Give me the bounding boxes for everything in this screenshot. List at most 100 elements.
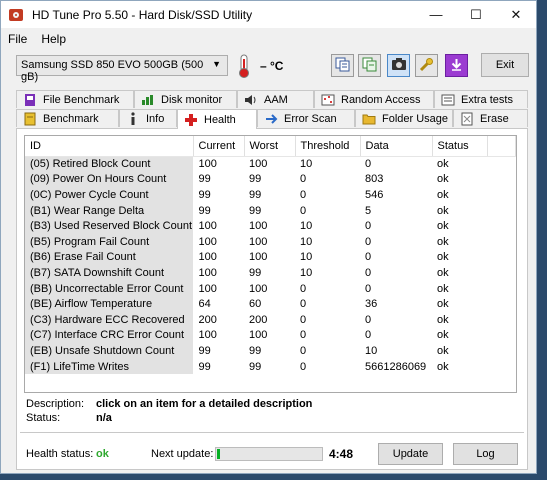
maximize-icon[interactable]: ☐ xyxy=(456,1,496,28)
smart-attribute-table[interactable]: ID Current Worst Threshold Data Status (… xyxy=(24,135,517,393)
cell-data: 0 xyxy=(365,266,372,279)
table-row[interactable]: (BE) Airflow Temperature 64 60 0 36 ok xyxy=(25,296,516,312)
cell-data: 36 xyxy=(365,298,378,311)
column-header-worst[interactable]: Worst xyxy=(244,136,296,157)
cell-id: (09) Power On Hours Count xyxy=(25,171,194,188)
table-row[interactable]: (B5) Program Fail Count 100 100 10 0 ok xyxy=(25,233,516,250)
cell-threshold: 10 xyxy=(300,220,313,233)
cell-threshold: 0 xyxy=(300,282,307,295)
tab-health[interactable]: Health xyxy=(177,109,257,129)
table-row[interactable]: (0C) Power Cycle Count 99 99 0 546 ok xyxy=(25,187,516,203)
cell-threshold: 0 xyxy=(300,188,307,201)
cell-id: (C7) Interface CRC Error Count xyxy=(25,327,194,344)
cell-status: ok xyxy=(437,266,449,279)
tab-disk-monitor[interactable]: Disk monitor xyxy=(134,90,237,108)
tab-benchmark[interactable]: Benchmark xyxy=(16,109,119,127)
tab-label: Disk monitor xyxy=(161,93,223,106)
health-status-bar: Health status: ok Next update: 4:48 Upda… xyxy=(26,443,521,465)
thermometer-icon xyxy=(234,53,254,79)
table-header-row: ID Current Worst Threshold Data Status xyxy=(25,136,516,157)
tab-error-scan[interactable]: Error Scan xyxy=(257,109,355,127)
table-row[interactable]: (BB) Uncorrectable Error Count 100 100 0 0 ok xyxy=(25,280,516,297)
cell-spacer xyxy=(487,203,516,219)
column-header-status[interactable]: Status xyxy=(432,136,488,157)
tab-file-benchmark[interactable]: File Benchmark xyxy=(16,90,134,108)
temperature-readout: – °C xyxy=(260,59,284,73)
cell-data: 0 xyxy=(365,235,372,248)
drive-select[interactable]: Samsung SSD 850 EVO 500GB (500 gB) ▼ xyxy=(16,55,228,83)
countdown-timer: 4:48 xyxy=(329,447,354,461)
cell-id: (B5) Program Fail Count xyxy=(25,233,194,250)
menu-file[interactable]: File xyxy=(8,32,27,46)
tab-label: Health xyxy=(204,113,236,126)
cell-current: 99 xyxy=(198,204,211,217)
options-button[interactable] xyxy=(415,54,438,77)
cell-data: 0 xyxy=(365,251,372,264)
extra-tests-icon xyxy=(441,93,455,107)
minimize-icon[interactable]: — xyxy=(416,1,456,28)
table-row[interactable]: (B6) Erase Fail Count 100 100 10 0 ok xyxy=(25,249,516,266)
cell-spacer xyxy=(487,343,516,359)
cell-spacer xyxy=(487,328,516,344)
next-update-label: Next update: xyxy=(151,448,214,460)
cell-id: (B3) Used Reserved Block Count xyxy=(25,218,194,234)
description-label: Description: xyxy=(26,398,85,410)
column-header-data[interactable]: Data xyxy=(360,136,433,157)
table-row[interactable]: (B7) SATA Downshift Count 100 99 10 0 ok xyxy=(25,265,516,281)
window-title: HD Tune Pro 5.50 - Hard Disk/SSD Utility xyxy=(32,7,253,22)
tab-info[interactable]: Info xyxy=(119,109,177,127)
cell-data: 0 xyxy=(365,282,372,295)
table-row[interactable]: (09) Power On Hours Count 99 99 0 803 ok xyxy=(25,171,516,188)
cell-current: 64 xyxy=(198,298,211,311)
log-button[interactable]: Log xyxy=(453,443,518,465)
table-row[interactable]: (B1) Wear Range Delta 99 99 0 5 ok xyxy=(25,202,516,219)
cell-worst: 60 xyxy=(249,298,262,311)
copy-all-button[interactable] xyxy=(358,54,381,77)
tab-extra-tests[interactable]: Extra tests xyxy=(434,90,528,108)
table-row[interactable]: (05) Retired Block Count 100 100 10 0 ok xyxy=(25,156,516,172)
cell-worst: 99 xyxy=(249,173,262,186)
close-icon[interactable]: ✕ xyxy=(496,1,536,28)
column-header-id[interactable]: ID xyxy=(25,136,194,157)
table-row[interactable]: (B3) Used Reserved Block Count 100 100 10 0 o… xyxy=(25,218,516,234)
column-header-threshold[interactable]: Threshold xyxy=(295,136,361,157)
speaker-icon xyxy=(244,93,258,107)
cell-worst: 100 xyxy=(249,251,268,264)
cell-threshold: 10 xyxy=(300,158,313,171)
exit-button[interactable]: Exit xyxy=(481,53,529,77)
save-button[interactable] xyxy=(445,54,468,77)
cell-id: (0C) Power Cycle Count xyxy=(25,187,194,203)
cell-spacer xyxy=(487,172,516,188)
cell-spacer xyxy=(487,250,516,266)
column-header-current[interactable]: Current xyxy=(193,136,245,157)
cell-data: 0 xyxy=(365,329,372,342)
cell-threshold: 0 xyxy=(300,329,307,342)
tab-random-access[interactable]: Random Access xyxy=(314,90,434,108)
cell-current: 100 xyxy=(198,266,217,279)
update-button[interactable]: Update xyxy=(378,443,443,465)
status-value: n/a xyxy=(96,412,112,424)
screenshot-button[interactable] xyxy=(387,54,410,77)
tab-aam[interactable]: AAM xyxy=(237,90,314,108)
cell-threshold: 10 xyxy=(300,235,313,248)
cell-status: ok xyxy=(437,188,449,201)
download-arrow-icon xyxy=(449,57,464,75)
copy-text-button[interactable] xyxy=(331,54,354,77)
cell-current: 99 xyxy=(198,360,211,373)
disk-monitor-icon xyxy=(141,93,155,107)
cell-id: (EB) Unsafe Shutdown Count xyxy=(25,343,194,359)
menu-help[interactable]: Help xyxy=(41,32,66,46)
table-row[interactable]: (F1) LifeTime Writes 99 99 0 5661286069 ok xyxy=(25,358,516,375)
health-panel: ID Current Worst Threshold Data Status (… xyxy=(16,128,528,470)
table-row[interactable]: (C3) Hardware ECC Recovered 200 200 0 0 ok xyxy=(25,311,516,328)
cell-id: (B7) SATA Downshift Count xyxy=(25,265,194,281)
health-cross-icon xyxy=(184,113,198,127)
table-row[interactable]: (C7) Interface CRC Error Count 100 100 0 0 ok xyxy=(25,327,516,344)
table-row[interactable]: (EB) Unsafe Shutdown Count 99 99 0 10 ok xyxy=(25,343,516,359)
copy-text-icon xyxy=(335,57,350,75)
cell-threshold: 0 xyxy=(300,313,307,326)
benchmark-icon xyxy=(23,112,37,126)
cell-status: ok xyxy=(437,360,449,373)
tab-erase[interactable]: Erase xyxy=(453,109,528,127)
tab-folder-usage[interactable]: Folder Usage xyxy=(355,109,453,127)
